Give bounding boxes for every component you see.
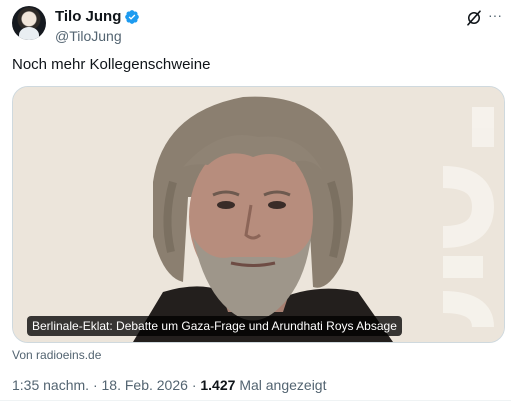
avatar[interactable] — [12, 6, 46, 40]
author-handle[interactable]: @TiloJung — [55, 28, 122, 44]
tweet-card: Tilo Jung @TiloJung ··· Noch mehr Kolleg… — [0, 0, 511, 403]
tweet-date[interactable]: 18. Feb. 2026 — [102, 377, 188, 393]
tweet-metadata: 1:35 nachm. · 18. Feb. 2026 · 1.427 Mal … — [12, 375, 326, 395]
meta-separator: · — [92, 377, 98, 393]
link-card-image[interactable]: Berlinale-Eklat: Debatte um Gaza-Frage u… — [12, 86, 505, 343]
link-source[interactable]: Von radioeins.de — [12, 347, 101, 363]
tweet-time[interactable]: 1:35 nachm. — [12, 377, 89, 393]
grok-icon[interactable] — [465, 9, 483, 27]
meta-separator: · — [191, 377, 197, 393]
tweet-text: Noch mehr Kollegenschweine — [12, 56, 211, 73]
author-name-row[interactable]: Tilo Jung — [55, 8, 140, 26]
author-display-name[interactable]: Tilo Jung — [55, 8, 121, 26]
more-options-icon[interactable]: ··· — [485, 7, 505, 27]
portrait-photo — [13, 87, 504, 342]
verified-badge-icon — [125, 10, 140, 24]
view-count: 1.427 — [200, 377, 236, 393]
divider — [0, 400, 511, 401]
view-count-label: Mal angezeigt — [239, 377, 327, 393]
link-card-title[interactable]: Berlinale-Eklat: Debatte um Gaza-Frage u… — [27, 316, 402, 336]
